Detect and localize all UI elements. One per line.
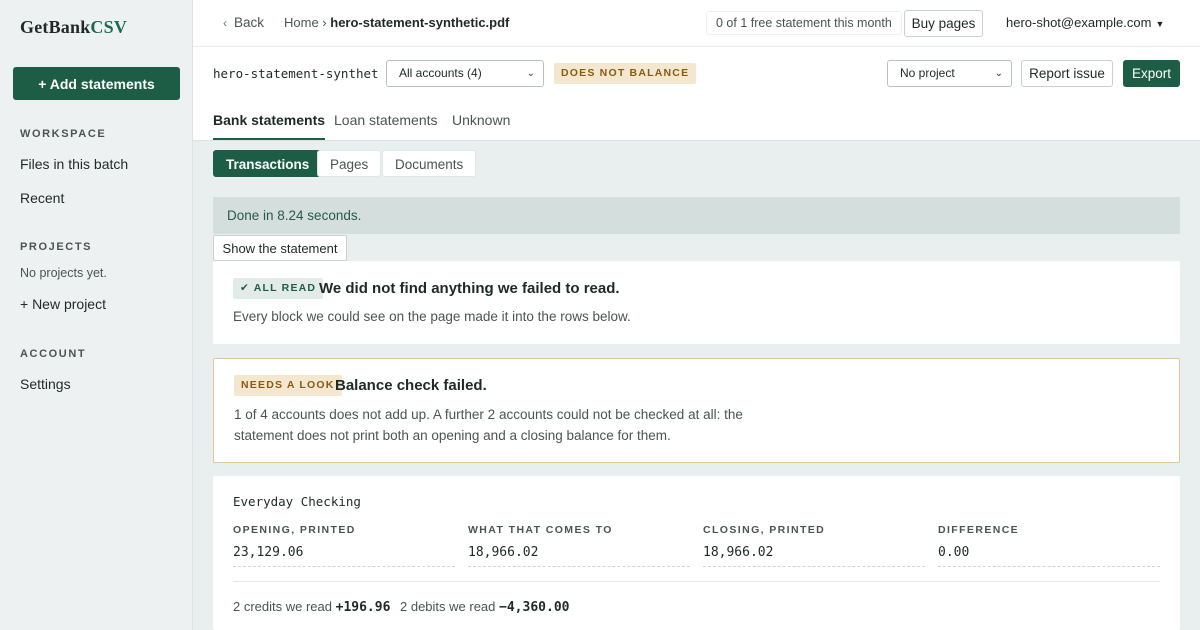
balance-check-line-1: 1 of 4 accounts does not add up. A furth… bbox=[234, 407, 743, 422]
computed-column: WHAT THAT COMES TO 18,966.02 bbox=[468, 524, 690, 567]
user-email: hero-shot@example.com bbox=[1006, 15, 1152, 30]
sidebar-item-settings[interactable]: Settings bbox=[20, 376, 71, 392]
difference-label: DIFFERENCE bbox=[938, 524, 1020, 536]
debits-summary: 2 debits we read −4,360.00 bbox=[400, 599, 569, 615]
tab-bank-statements[interactable]: Bank statements bbox=[213, 112, 326, 140]
buy-pages-button[interactable]: Buy pages bbox=[904, 10, 983, 37]
account-heading: ACCOUNT bbox=[20, 348, 87, 360]
brand-name: GetBank bbox=[20, 17, 91, 37]
project-select[interactable]: No project ⌄ bbox=[887, 60, 1012, 87]
chevron-down-icon: ⌄ bbox=[994, 68, 1003, 79]
add-statements-button[interactable]: + Add statements bbox=[13, 67, 180, 100]
workspace-heading: WORKSPACE bbox=[20, 128, 107, 140]
file-name: hero-statement-synthetic… bbox=[213, 66, 378, 81]
back-link[interactable]: ‹ Back bbox=[223, 15, 264, 30]
credits-summary: 2 credits we read +196.96 bbox=[233, 599, 390, 615]
computed-value: 18,966.02 bbox=[468, 545, 690, 567]
sidebar-item-files-in-batch[interactable]: Files in this batch bbox=[20, 156, 128, 172]
closing-label: CLOSING, PRINTED bbox=[703, 524, 826, 536]
view-pages[interactable]: Pages bbox=[317, 150, 382, 177]
balance-check-line-2: statement does not print both an opening… bbox=[234, 428, 671, 443]
accounts-select[interactable]: All accounts (4) ⌄ bbox=[386, 60, 544, 87]
sidebar-item-recent[interactable]: Recent bbox=[20, 190, 64, 206]
view-documents[interactable]: Documents bbox=[382, 150, 477, 177]
view-transactions[interactable]: Transactions bbox=[213, 150, 323, 177]
report-issue-button[interactable]: Report issue bbox=[1021, 60, 1113, 87]
opening-column: OPENING, PRINTED 23,129.06 bbox=[233, 524, 455, 567]
all-read-badge: ✔ ALL READ bbox=[233, 278, 324, 299]
closing-value: 18,966.02 bbox=[703, 545, 925, 567]
tab-loan-statements[interactable]: Loan statements bbox=[334, 112, 438, 140]
debits-value: −4,360.00 bbox=[499, 600, 570, 615]
balance-check-title: Balance check failed. bbox=[335, 377, 487, 394]
processing-status: Done in 8.24 seconds. bbox=[213, 197, 1180, 234]
accounts-select-value: All accounts (4) bbox=[399, 66, 482, 80]
divider bbox=[233, 581, 1160, 582]
new-project-link[interactable]: + New project bbox=[20, 296, 106, 312]
balance-status-badge: DOES NOT BALANCE bbox=[554, 63, 697, 84]
project-select-value: No project bbox=[900, 66, 955, 80]
needs-look-badge: NEEDS A LOOK bbox=[234, 375, 342, 396]
tab-unknown[interactable]: Unknown bbox=[452, 112, 510, 140]
credits-label: 2 credits we read bbox=[233, 599, 332, 614]
document-toolbar: hero-statement-synthetic… All accounts (… bbox=[193, 47, 1200, 141]
account-name: Everyday Checking bbox=[233, 494, 361, 509]
projects-heading: PROJECTS bbox=[20, 241, 93, 253]
read-check-card: ✔ ALL READ We did not find anything we f… bbox=[213, 261, 1180, 344]
export-button[interactable]: Export bbox=[1123, 60, 1180, 87]
balance-check-card: NEEDS A LOOK Balance check failed. 1 of … bbox=[213, 358, 1180, 463]
read-check-title: We did not find anything we failed to re… bbox=[319, 280, 620, 297]
show-statement-button[interactable]: Show the statement bbox=[213, 235, 347, 261]
breadcrumb: Home › hero-statement-synthetic.pdf bbox=[284, 15, 509, 30]
brand-name-accent: CSV bbox=[90, 17, 128, 37]
account-card: Everyday Checking OPENING, PRINTED 23,12… bbox=[213, 476, 1180, 630]
user-menu[interactable]: hero-shot@example.com ▼ bbox=[1006, 15, 1164, 30]
projects-empty-text: No projects yet. bbox=[20, 266, 107, 280]
top-bar: ‹ Back Home › hero-statement-synthetic.pd… bbox=[193, 0, 1200, 47]
free-quota-text: 0 of 1 free statement this month bbox=[706, 11, 902, 35]
brand-logo[interactable]: GetBankCSV bbox=[20, 17, 127, 38]
back-label: Back bbox=[234, 15, 265, 30]
chevron-down-icon: ⌄ bbox=[526, 68, 535, 79]
difference-value: 0.00 bbox=[938, 545, 1160, 567]
debits-label: 2 debits we read bbox=[400, 599, 496, 614]
caret-down-icon: ▼ bbox=[1155, 19, 1165, 29]
computed-label: WHAT THAT COMES TO bbox=[468, 524, 613, 536]
breadcrumb-home[interactable]: Home › bbox=[284, 15, 327, 30]
difference-column: DIFFERENCE 0.00 bbox=[938, 524, 1160, 567]
breadcrumb-file: hero-statement-synthetic.pdf bbox=[330, 15, 510, 30]
opening-label: OPENING, PRINTED bbox=[233, 524, 356, 536]
sidebar: GetBankCSV + Add statements WORKSPACE Fi… bbox=[0, 0, 193, 630]
chevron-left-icon: ‹ bbox=[223, 16, 227, 30]
credits-value: +196.96 bbox=[335, 600, 391, 615]
read-check-text: Every block we could see on the page mad… bbox=[233, 309, 631, 324]
opening-value: 23,129.06 bbox=[233, 545, 455, 567]
closing-column: CLOSING, PRINTED 18,966.02 bbox=[703, 524, 925, 567]
